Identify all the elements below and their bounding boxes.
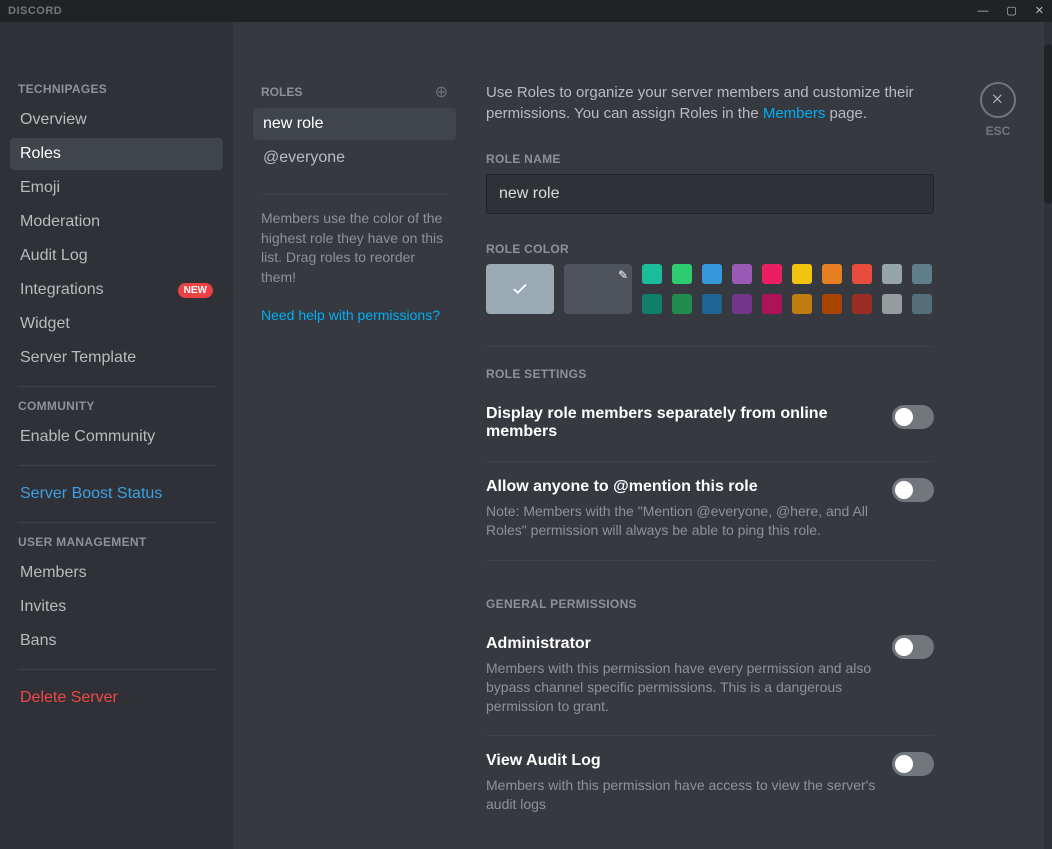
perm-administrator: Administrator Members with this permissi… (486, 619, 934, 737)
color-swatch[interactable] (762, 294, 782, 314)
color-swatch[interactable] (642, 264, 662, 284)
color-swatch[interactable] (702, 264, 722, 284)
checkmark-icon (511, 280, 529, 298)
setting-note: Members with this permission have access… (486, 776, 886, 814)
role-color-label: ROLE COLOR (486, 242, 982, 256)
color-swatch[interactable] (732, 264, 752, 284)
scrollbar-thumb[interactable] (1044, 44, 1052, 204)
setting-title: Display role members separately from onl… (486, 405, 892, 441)
toggle-knob (895, 481, 913, 499)
toggle-knob (895, 408, 913, 426)
sidebar-item-server-template[interactable]: Server Template (10, 342, 223, 374)
divider (18, 669, 215, 670)
color-custom-swatch[interactable]: ✎ (564, 264, 632, 314)
color-swatch[interactable] (762, 264, 782, 284)
color-swatch[interactable] (642, 294, 662, 314)
color-default-swatch[interactable] (486, 264, 554, 314)
setting-title: View Audit Log (486, 752, 886, 770)
role-name-label: ROLE NAME (486, 152, 982, 166)
sidebar-item-invites[interactable]: Invites (10, 591, 223, 623)
perm-view-audit-log: View Audit Log Members with this permiss… (486, 736, 934, 814)
setting-note: Members with this permission have every … (486, 659, 886, 716)
titlebar: DISCORD — ▢ ✕ (0, 0, 1052, 22)
sidebar-item-integrations[interactable]: Integrations NEW (10, 274, 223, 306)
toggle-view-audit-log[interactable] (892, 752, 934, 776)
color-swatch[interactable] (852, 294, 872, 314)
divider (18, 465, 215, 466)
role-editor-panel: ESC Use Roles to organize your server me… (466, 22, 1052, 849)
color-swatch[interactable] (852, 264, 872, 284)
color-swatch[interactable] (702, 294, 722, 314)
window-controls: — ▢ ✕ (977, 6, 1044, 17)
permissions-help-link[interactable]: Need help with permissions? (253, 307, 448, 323)
scrollbar-track[interactable] (1044, 22, 1052, 849)
role-settings-label: ROLE SETTINGS (486, 367, 982, 381)
sidebar-item-audit-log[interactable]: Audit Log (10, 240, 223, 272)
window-minimize-icon[interactable]: — (977, 6, 988, 17)
color-swatch[interactable] (732, 294, 752, 314)
color-swatch[interactable] (792, 294, 812, 314)
sidebar-item-server-boost[interactable]: Server Boost Status (10, 478, 223, 510)
color-swatch[interactable] (822, 264, 842, 284)
setting-note: Note: Members with the "Mention @everyon… (486, 502, 886, 540)
general-permissions-label: GENERAL PERMISSIONS (486, 597, 982, 611)
role-item-everyone[interactable]: @everyone (253, 142, 456, 174)
sidebar-item-bans[interactable]: Bans (10, 625, 223, 657)
divider (261, 194, 448, 195)
settings-sidebar: TECHNIPAGES Overview Roles Emoji Moderat… (0, 22, 233, 849)
roles-list-header: ROLES (261, 85, 302, 99)
role-item-new-role[interactable]: new role (253, 108, 456, 140)
window-close-icon[interactable]: ✕ (1035, 6, 1044, 17)
toggle-knob (895, 755, 913, 773)
close-icon (990, 92, 1006, 108)
roles-reorder-note: Members use the color of the highest rol… (253, 209, 456, 287)
color-grid (642, 264, 932, 314)
toggle-administrator[interactable] (892, 635, 934, 659)
role-name-input[interactable] (486, 174, 934, 214)
color-swatch[interactable] (672, 294, 692, 314)
divider (18, 386, 215, 387)
divider (18, 522, 215, 523)
color-swatch[interactable] (882, 294, 902, 314)
window-maximize-icon[interactable]: ▢ (1006, 6, 1016, 17)
roles-intro-text: Use Roles to organize your server member… (486, 82, 946, 124)
roles-list-column: ROLES ⊕ new role @everyone Members use t… (233, 22, 466, 849)
color-swatch[interactable] (792, 264, 812, 284)
members-link[interactable]: Members (763, 105, 826, 122)
color-swatch[interactable] (912, 264, 932, 284)
close-button[interactable] (980, 82, 1016, 118)
setting-title: Allow anyone to @mention this role (486, 478, 886, 496)
sidebar-header-server: TECHNIPAGES (10, 82, 223, 104)
eyedropper-icon: ✎ (618, 268, 628, 282)
setting-title: Administrator (486, 635, 886, 653)
sidebar-item-enable-community[interactable]: Enable Community (10, 421, 223, 453)
color-swatch[interactable] (822, 294, 842, 314)
toggle-knob (895, 638, 913, 656)
setting-allow-mention: Allow anyone to @mention this role Note:… (486, 462, 934, 561)
setting-display-separately: Display role members separately from onl… (486, 389, 934, 462)
new-badge: NEW (178, 283, 213, 298)
sidebar-item-moderation[interactable]: Moderation (10, 206, 223, 238)
color-swatch[interactable] (912, 294, 932, 314)
sidebar-header-user-mgmt: USER MANAGEMENT (10, 535, 223, 557)
sidebar-item-overview[interactable]: Overview (10, 104, 223, 136)
sidebar-item-widget[interactable]: Widget (10, 308, 223, 340)
color-swatch[interactable] (672, 264, 692, 284)
sidebar-item-emoji[interactable]: Emoji (10, 172, 223, 204)
color-swatch[interactable] (882, 264, 902, 284)
app-brand: DISCORD (8, 5, 62, 17)
sidebar-item-members[interactable]: Members (10, 557, 223, 589)
sidebar-item-roles[interactable]: Roles (10, 138, 223, 170)
sidebar-header-community: COMMUNITY (10, 399, 223, 421)
close-label: ESC (986, 124, 1011, 138)
sidebar-item-delete-server[interactable]: Delete Server (10, 682, 223, 714)
toggle-display-separately[interactable] (892, 405, 934, 429)
divider (486, 346, 934, 347)
add-role-icon[interactable]: ⊕ (435, 82, 448, 102)
toggle-allow-mention[interactable] (892, 478, 934, 502)
